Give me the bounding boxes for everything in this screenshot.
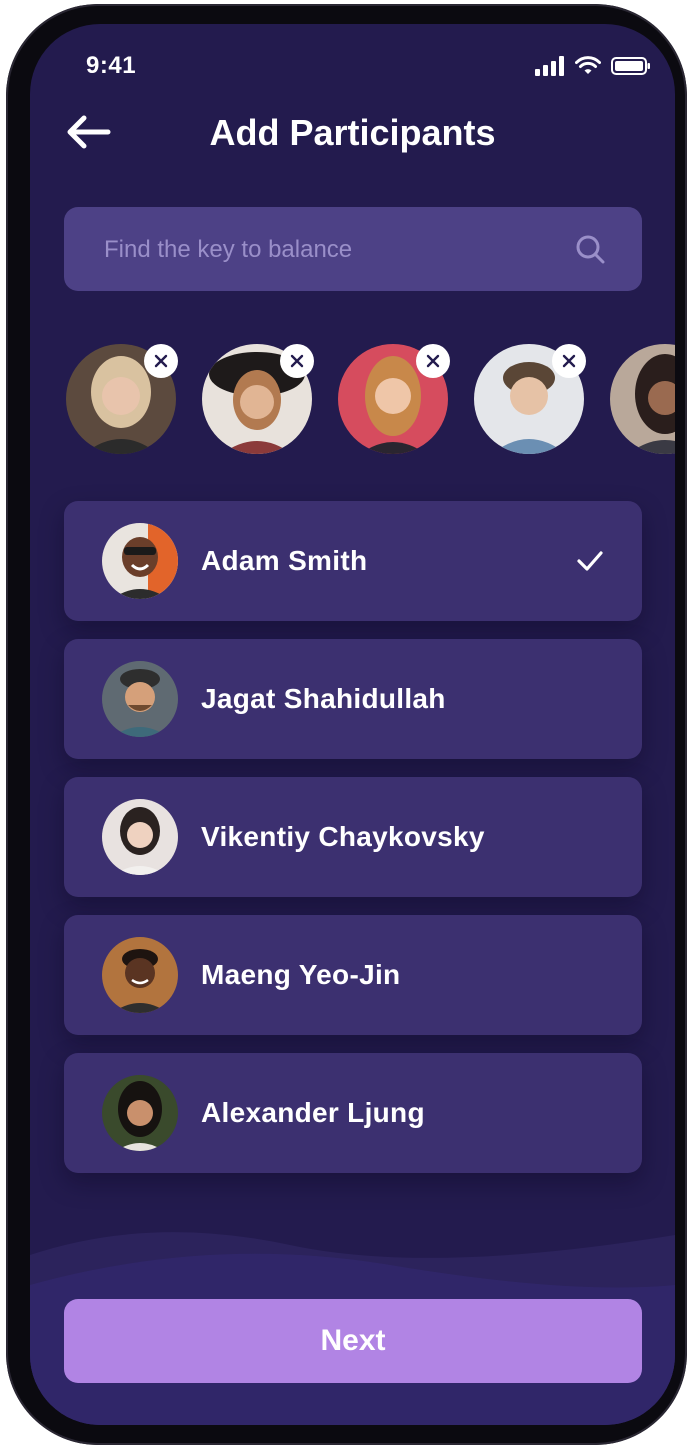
selected-participant-chip [474,344,586,454]
contact-name: Adam Smith [201,545,368,576]
close-icon [562,354,576,368]
remove-participant-button[interactable] [416,344,450,378]
selected-participant-chip [338,344,450,454]
remove-participant-button[interactable] [144,344,178,378]
status-time: 9:41 [86,52,137,79]
avatar [102,1075,178,1151]
status-icons [535,54,651,78]
battery-icon [611,57,650,75]
contact-row[interactable]: Jagat Shahidullah [64,639,642,759]
close-icon [426,354,440,368]
selected-participant-chip [610,344,675,454]
avatar [610,344,675,454]
contact-name: Maeng Yeo-Jin [201,959,401,990]
cellular-signal-icon [535,56,564,76]
checkmark-icon [577,551,603,571]
contact-row[interactable]: Maeng Yeo-Jin [64,915,642,1035]
contact-row[interactable]: Adam Smith [64,501,642,621]
app-screen: 9:41 Add Participants Find the key to ba… [30,24,675,1425]
search-icon[interactable] [574,233,606,265]
selected-participant-chip [202,344,314,454]
avatar [102,937,178,1013]
selected-participant-chip [66,344,178,454]
wifi-icon [575,56,601,74]
contact-row[interactable]: Vikentiy Chaykovsky [64,777,642,897]
page-title: Add Participants [209,112,496,153]
search-input[interactable] [102,207,566,293]
avatar [102,523,178,599]
contact-name: Jagat Shahidullah [201,683,446,714]
search-bar [64,207,642,293]
close-icon [290,354,304,368]
contact-name: Alexander Ljung [201,1097,425,1128]
avatar [102,661,178,737]
remove-participant-button[interactable] [280,344,314,378]
close-icon [154,354,168,368]
contact-row[interactable]: Alexander Ljung [64,1053,642,1173]
remove-participant-button[interactable] [552,344,586,378]
next-button[interactable]: Next [64,1299,642,1383]
phone-frame: 9:41 Add Participants Find the key to ba… [6,4,687,1445]
avatar [102,799,178,875]
contact-name: Vikentiy Chaykovsky [201,821,485,852]
